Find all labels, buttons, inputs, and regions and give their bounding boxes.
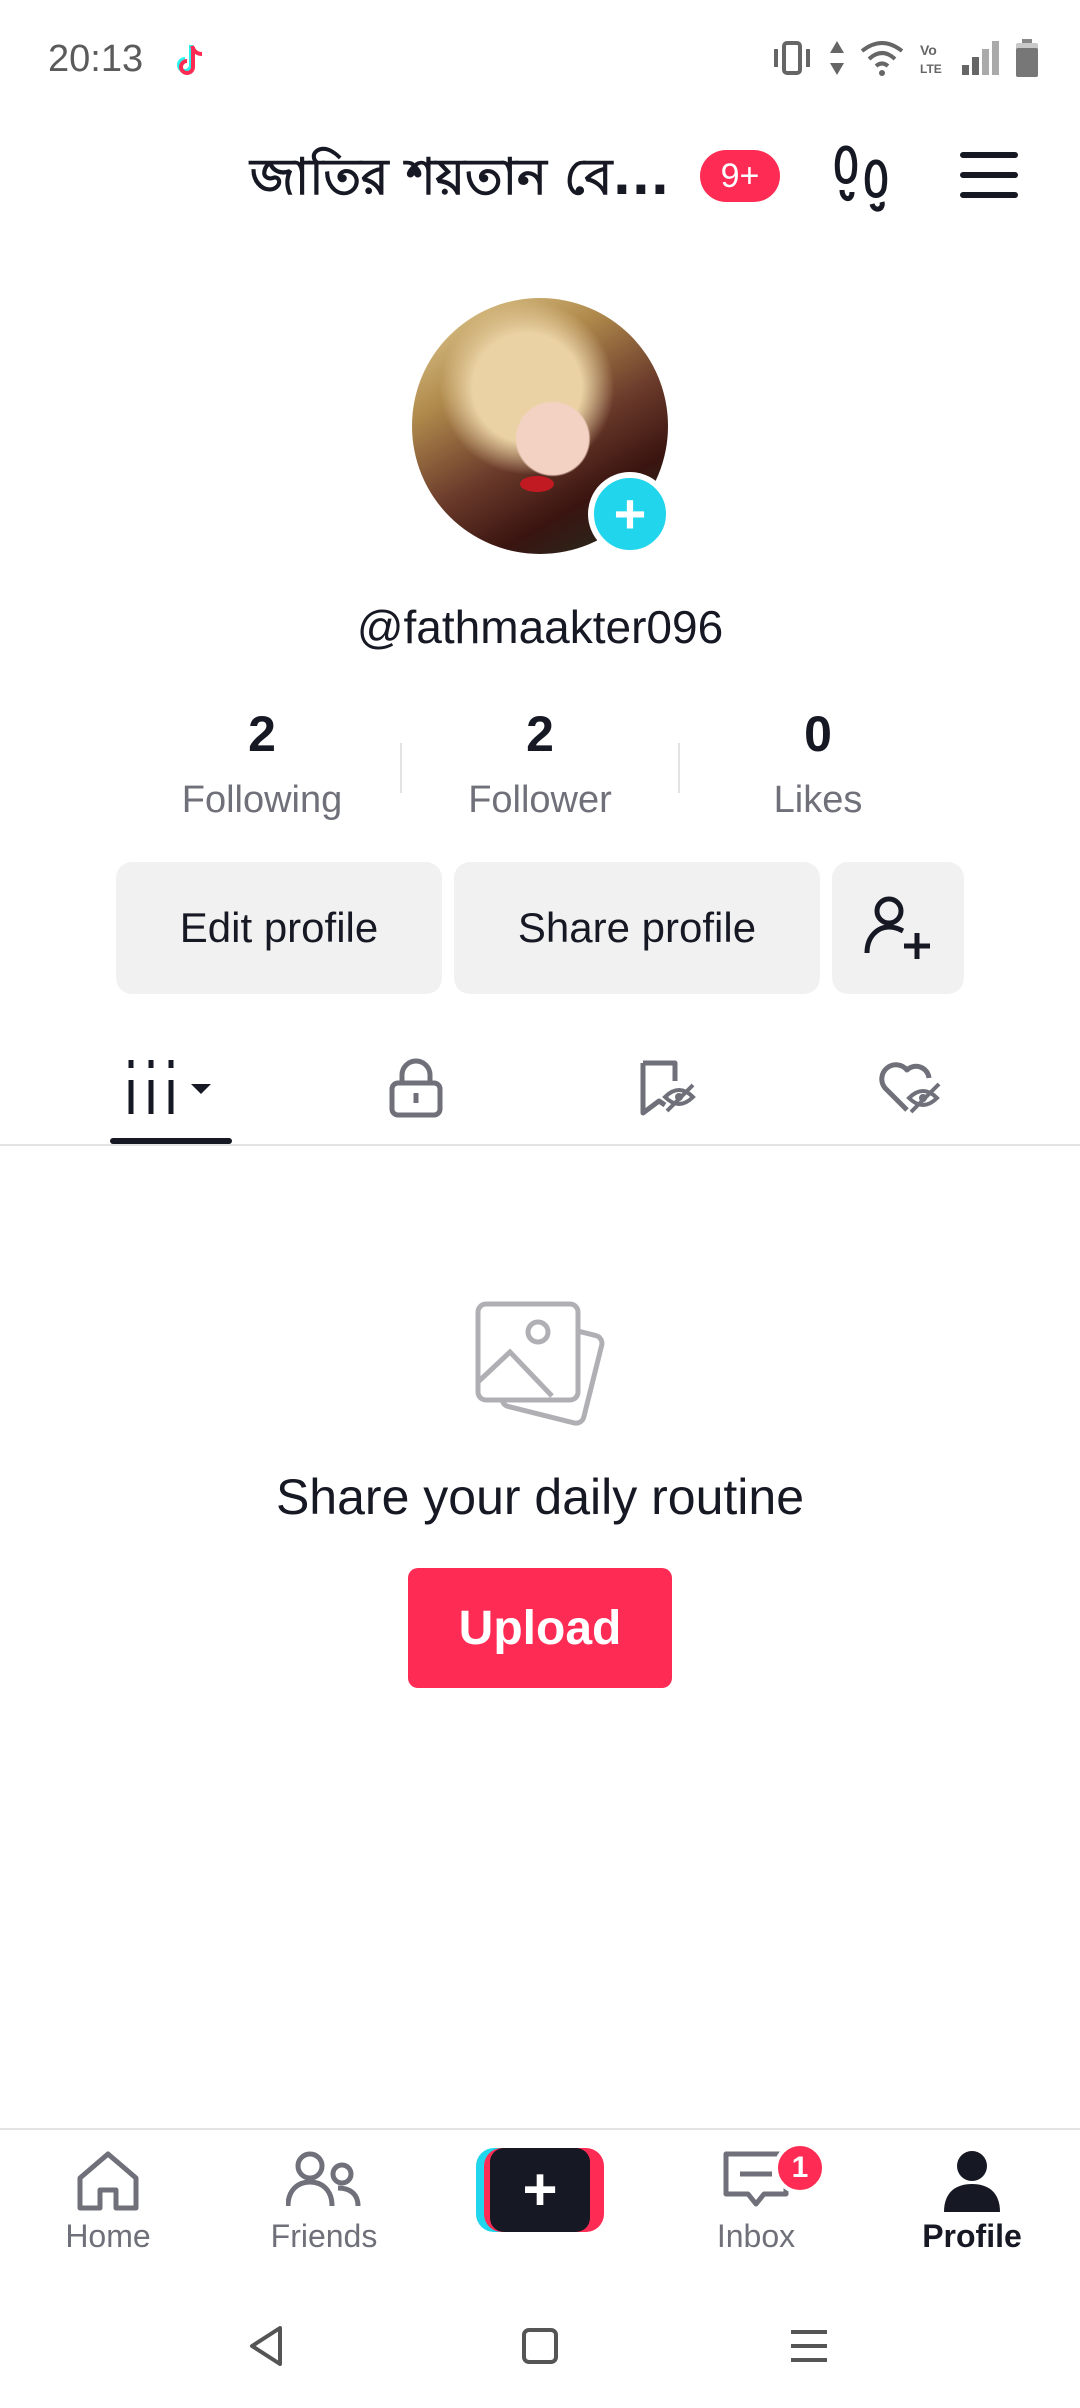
chevron-down-icon xyxy=(191,1084,211,1094)
status-bar: 20:13 Vo LTE xyxy=(0,0,1080,120)
username: @fathmaakter096 xyxy=(356,601,724,653)
stat-divider xyxy=(400,743,402,793)
signal-icon xyxy=(962,41,999,75)
nav-friends-label: Friends xyxy=(270,2218,378,2254)
nav-profile[interactable]: Profile xyxy=(872,2148,1072,2278)
empty-state-title: Share your daily routine xyxy=(275,1469,805,1525)
friends-icon xyxy=(286,2151,361,2207)
stat-following-label: Following xyxy=(181,779,343,821)
add-avatar-plus-icon[interactable]: + xyxy=(588,472,672,556)
home-icon xyxy=(77,2151,139,2211)
nav-inbox-label: Inbox xyxy=(716,2218,796,2254)
battery-icon xyxy=(1016,39,1038,77)
nav-home[interactable]: Home xyxy=(8,2148,208,2278)
stat-following-value: 2 xyxy=(248,706,276,762)
wifi-icon xyxy=(860,41,904,76)
profile-header: জাতির শয়তান বে... 9+ xyxy=(0,130,1080,240)
add-user-icon xyxy=(864,896,930,959)
stat-divider xyxy=(678,743,680,793)
videos-grid-icon xyxy=(128,1060,211,1114)
share-profile-button[interactable]: Share profile xyxy=(454,862,820,994)
liked-hidden-icon xyxy=(879,1062,941,1114)
volte-icon: Vo LTE xyxy=(920,42,942,76)
home-square-icon[interactable] xyxy=(520,2324,560,2368)
profile-views-footprint-icon[interactable] xyxy=(832,142,896,212)
svg-text:Vo: Vo xyxy=(920,42,937,58)
nav-friends[interactable]: Friends xyxy=(224,2148,424,2278)
edit-profile-button[interactable]: Edit profile xyxy=(116,862,442,994)
nav-home-label: Home xyxy=(65,2218,151,2254)
plus-icon: + xyxy=(490,2148,590,2232)
stat-likes-value: 0 xyxy=(804,706,832,762)
profile-icon xyxy=(944,2151,1000,2212)
status-icons: Vo LTE xyxy=(770,38,1040,78)
create-button[interactable]: + xyxy=(476,2148,604,2232)
stat-followers[interactable]: 2 Follower xyxy=(430,705,650,822)
tiktok-notification-icon xyxy=(177,45,203,75)
stat-followers-label: Follower xyxy=(468,779,612,821)
profile-stats: 2 Following 2 Follower 0 Likes xyxy=(0,705,1080,835)
tab-liked[interactable] xyxy=(802,1030,1018,1146)
tab-videos[interactable] xyxy=(62,1030,278,1146)
recents-menu-icon[interactable] xyxy=(788,2324,830,2368)
stat-following[interactable]: 2 Following xyxy=(152,705,372,822)
stat-likes-label: Likes xyxy=(773,779,863,821)
svg-text:LTE: LTE xyxy=(920,62,942,76)
hamburger-menu-icon[interactable] xyxy=(958,148,1020,202)
nav-profile-label: Profile xyxy=(922,2218,1022,2254)
bottom-navigation: Home Friends + 1 Inbox Profile xyxy=(0,2128,1080,2278)
status-time: 20:13 xyxy=(48,38,144,80)
lock-icon xyxy=(389,1058,443,1118)
favorites-hidden-icon xyxy=(640,1060,696,1116)
tab-private[interactable] xyxy=(308,1030,524,1146)
notification-badge: 9+ xyxy=(700,150,780,202)
profile-content-tabs xyxy=(0,1030,1080,1146)
nav-inbox[interactable]: 1 Inbox xyxy=(656,2142,856,2278)
avatar-detail xyxy=(520,476,554,492)
back-icon[interactable] xyxy=(246,2324,286,2368)
stat-followers-value: 2 xyxy=(526,706,554,762)
upload-button[interactable]: Upload xyxy=(408,1568,672,1688)
data-arrows-icon xyxy=(830,41,844,75)
inbox-badge: 1 xyxy=(774,2142,826,2194)
system-navigation-bar xyxy=(0,2290,1080,2408)
profile-name-title[interactable]: জাতির শয়তান বে... xyxy=(250,140,669,223)
tab-favorites[interactable] xyxy=(558,1030,774,1146)
active-tab-indicator xyxy=(110,1138,232,1144)
photos-placeholder-icon xyxy=(475,1301,605,1426)
stat-likes[interactable]: 0 Likes xyxy=(708,705,928,822)
add-friends-button[interactable] xyxy=(832,862,964,994)
vibrate-icon xyxy=(774,41,810,75)
